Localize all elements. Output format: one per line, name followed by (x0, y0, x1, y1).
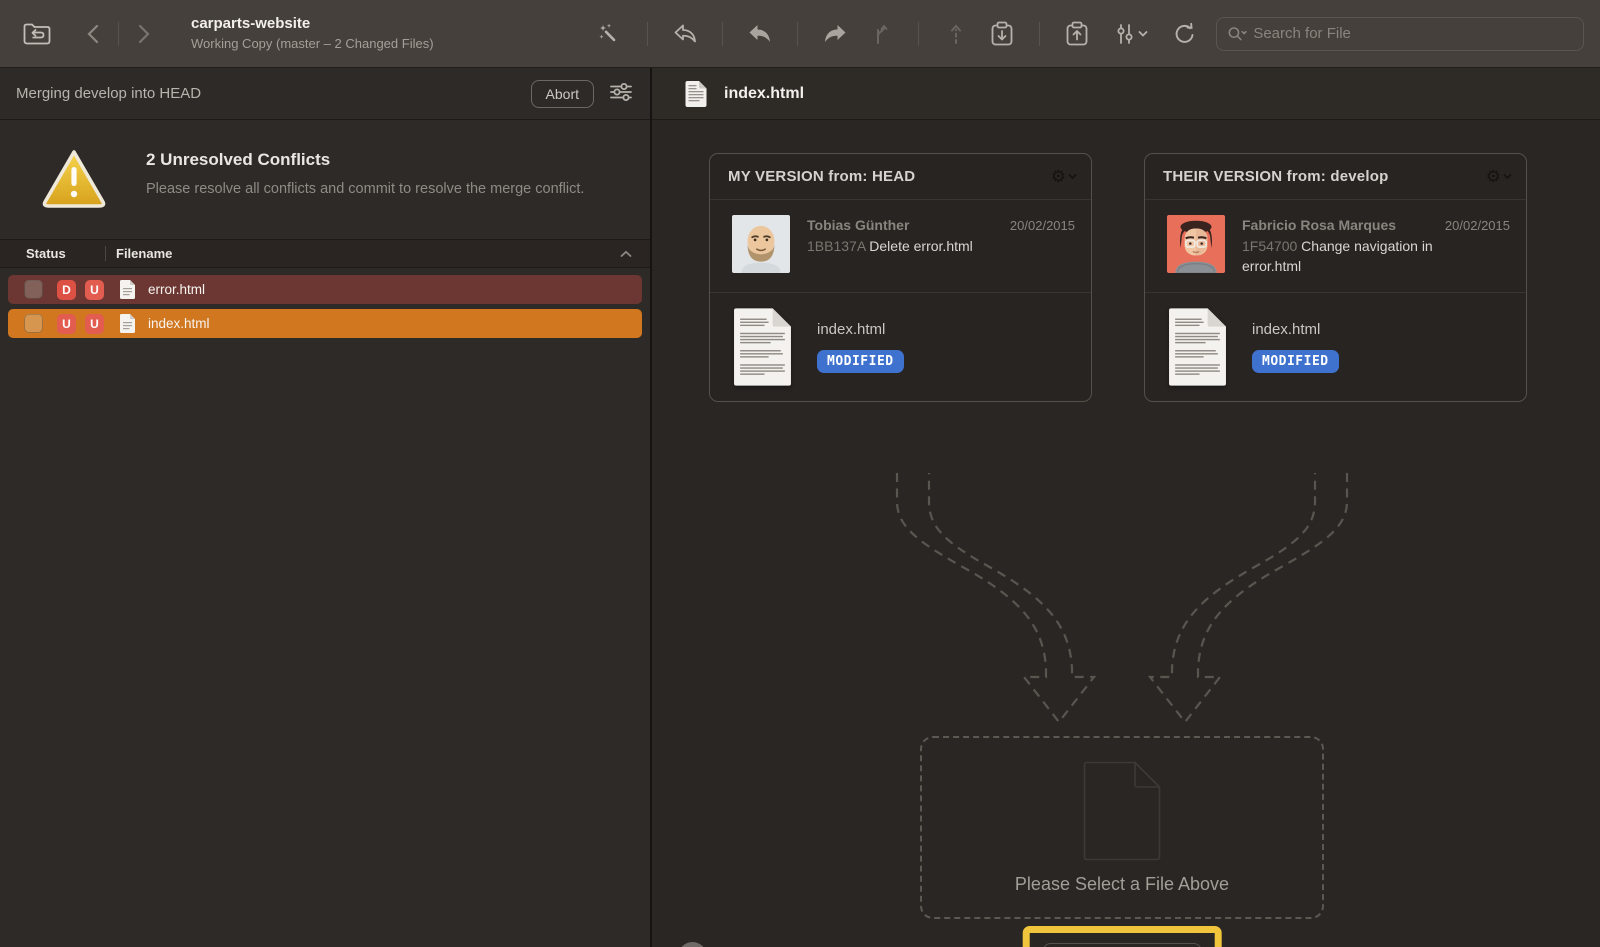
divider (118, 22, 119, 46)
open-kaleidoscope-button[interactable]: Open Kaleidoscope (1043, 943, 1202, 947)
commit-date: 20/02/2015 (1002, 218, 1075, 233)
commit-message-text: Delete error.html (869, 238, 972, 254)
my-version-card: MY VERSION from: HEAD ⚙ (709, 153, 1092, 402)
status-badge-u: U (85, 314, 104, 334)
conflict-detail-panel: index.html MY VERSION from: HEAD ⚙ (652, 68, 1600, 947)
file-thumbnail (1167, 306, 1228, 388)
avatar (732, 215, 790, 273)
divider (918, 22, 919, 46)
commit-author: Fabricio Rosa Marques (1242, 217, 1396, 233)
magic-wand-icon[interactable] (593, 17, 627, 51)
toolbar-actions (593, 17, 1094, 51)
my-version-header: MY VERSION from: HEAD ⚙ (710, 154, 1091, 200)
commit-message: 1BB137A Delete error.html (807, 236, 1075, 256)
modified-status-badge: MODIFIED (817, 350, 904, 373)
merge-options-icon[interactable] (608, 80, 634, 107)
repo-subtitle: Working Copy (master – 2 Changed Files) (191, 36, 434, 52)
help-button[interactable]: ? (678, 942, 707, 947)
merge-flow-arrows (872, 471, 1372, 731)
detail-file-header: index.html (652, 68, 1600, 120)
divider (1039, 22, 1040, 46)
their-version-commit[interactable]: Fabricio Rosa Marques 20/02/2015 1F54700… (1145, 200, 1526, 293)
sort-chevron-up-icon[interactable] (620, 250, 632, 258)
pull-arrow-icon[interactable] (743, 17, 777, 51)
my-version-file[interactable]: index.html MODIFIED (710, 293, 1091, 401)
push-arrow-icon[interactable] (818, 17, 852, 51)
column-status[interactable]: Status (0, 246, 105, 261)
column-filename[interactable]: Filename (106, 246, 620, 261)
detail-file-title: index.html (724, 85, 804, 103)
merge-title: Merging develop into HEAD (16, 85, 201, 102)
status-badge-u: U (85, 280, 104, 300)
conflict-count-title: 2 Unresolved Conflicts (146, 150, 584, 170)
status-badge-d: D (57, 280, 76, 300)
their-version-header: THEIR VERSION from: develop ⚙ (1145, 154, 1526, 200)
repo-title: carparts-website (191, 15, 434, 34)
conflicted-file-list: D U error.html U U index.html (0, 268, 650, 350)
gear-menu-icon[interactable]: ⚙ (1051, 168, 1077, 185)
status-badge-u: U (57, 314, 76, 334)
view-options-icon[interactable] (1108, 17, 1154, 51)
their-version-card: THEIR VERSION from: develop ⚙ (1144, 153, 1527, 402)
app-window: carparts-website Working Copy (master – … (0, 0, 1600, 947)
repo-info: carparts-website Working Copy (master – … (191, 15, 434, 52)
history-nav (76, 17, 161, 51)
stash-save-icon[interactable] (985, 17, 1019, 51)
highlight-frame: Open Kaleidoscope (1023, 926, 1222, 947)
document-icon (684, 80, 708, 108)
my-version-commit[interactable]: Tobias Günther 20/02/2015 1BB137A Delete… (710, 200, 1091, 293)
back-icon[interactable] (76, 17, 110, 51)
search-icon (1227, 25, 1247, 43)
forward-icon[interactable] (127, 17, 161, 51)
ghost-document-icon (1083, 761, 1161, 861)
stash-apply-icon[interactable] (1060, 17, 1094, 51)
file-row-index-html[interactable]: U U index.html (8, 309, 642, 338)
merge-sidebar: Merging develop into HEAD Abort (0, 68, 652, 947)
their-version-title: THEIR VERSION from: develop (1163, 168, 1388, 185)
conflict-message: Please resolve all conflicts and commit … (146, 179, 584, 200)
merge-bar: Merging develop into HEAD Abort (0, 68, 650, 120)
avatar (1167, 215, 1225, 273)
commit-author: Tobias Günther (807, 217, 909, 233)
search-input[interactable] (1253, 25, 1573, 42)
warning-triangle-icon (40, 148, 108, 215)
toolbar: carparts-website Working Copy (master – … (0, 0, 1600, 68)
gear-menu-icon[interactable]: ⚙ (1486, 168, 1512, 185)
file-icon (119, 279, 136, 300)
dashed-up-arrow-icon[interactable] (939, 17, 973, 51)
file-name: error.html (148, 282, 205, 297)
branch-merge-icon[interactable] (864, 17, 898, 51)
their-version-file[interactable]: index.html MODIFIED (1145, 293, 1526, 401)
preview-file-name: index.html (817, 321, 904, 338)
dropzone-text: Please Select a File Above (1015, 874, 1229, 895)
version-cards: MY VERSION from: HEAD ⚙ (652, 120, 1600, 402)
file-row-error-html[interactable]: D U error.html (8, 275, 642, 304)
file-name: index.html (148, 316, 210, 331)
file-dropzone: Please Select a File Above (920, 736, 1324, 919)
conflict-banner: 2 Unresolved Conflicts Please resolve al… (0, 120, 650, 239)
toolbar-right (1108, 17, 1584, 51)
commit-hash: 1BB137A (807, 238, 865, 254)
search-field[interactable] (1216, 17, 1584, 51)
divider (797, 22, 798, 46)
working-copy-folder-icon[interactable] (20, 17, 54, 51)
divider (647, 22, 648, 46)
file-icon (119, 313, 136, 334)
stage-checkbox[interactable] (24, 280, 43, 299)
modified-status-badge: MODIFIED (1252, 350, 1339, 373)
commit-hash: 1F54700 (1242, 238, 1297, 254)
my-version-title: MY VERSION from: HEAD (728, 168, 915, 185)
commit-message: 1F54700 Change navigation in error.html (1242, 236, 1450, 277)
file-thumbnail (732, 306, 793, 388)
abort-button[interactable]: Abort (531, 80, 594, 108)
preview-file-name: index.html (1252, 321, 1339, 338)
refresh-icon[interactable] (1168, 17, 1202, 51)
commit-date: 20/02/2015 (1437, 218, 1510, 233)
file-table-header: Status Filename (0, 239, 650, 268)
stage-checkbox[interactable] (24, 314, 43, 333)
divider (722, 22, 723, 46)
undo-outline-arrow-icon[interactable] (668, 17, 702, 51)
